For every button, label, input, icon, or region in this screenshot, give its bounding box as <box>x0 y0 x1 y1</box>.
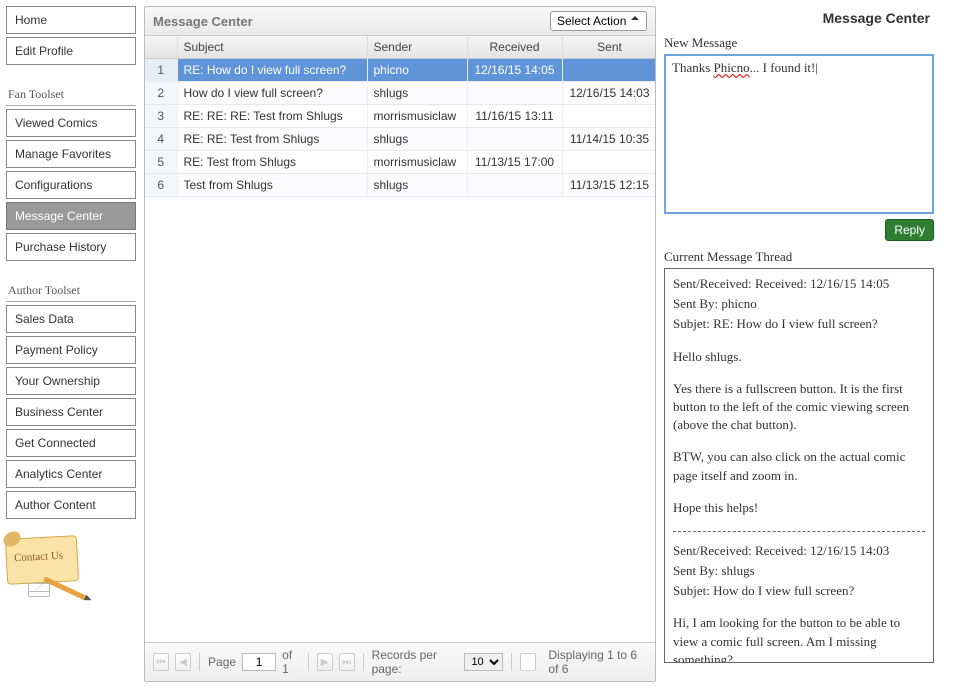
thread-body: Yes there is a fullscreen button. It is … <box>673 380 925 435</box>
sidebar-item-sales-data[interactable]: Sales Data <box>6 305 136 333</box>
sidebar-item-business-center[interactable]: Business Center <box>6 398 136 426</box>
pager-records-select[interactable]: 10 <box>464 653 503 671</box>
thread-body: Hello shlugs. <box>673 348 925 366</box>
table-row[interactable]: 3RE: RE: RE: Test from Shlugsmorrismusic… <box>145 105 655 128</box>
row-sent <box>562 105 655 128</box>
table-row[interactable]: 1RE: How do I view full screen?phicno12/… <box>145 59 655 82</box>
row-subject: RE: Test from Shlugs <box>177 151 367 174</box>
sidebar-item-home[interactable]: Home <box>6 6 136 34</box>
thread-body: BTW, you can also click on the actual co… <box>673 448 925 484</box>
row-subject: How do I view full screen? <box>177 82 367 105</box>
table-row[interactable]: 2How do I view full screen?shlugs 12/16/1… <box>145 82 655 105</box>
select-action-dropdown[interactable]: Select Action <box>550 11 647 31</box>
compose-textarea[interactable]: Thanks Phicno... I found it!| <box>664 54 934 214</box>
reply-button[interactable]: Reply <box>885 219 934 241</box>
pager-records-label: Records per page: <box>372 648 459 676</box>
row-sent: 12/16/15 14:03 <box>562 82 655 105</box>
sidebar-item-edit-profile[interactable]: Edit Profile <box>6 37 136 65</box>
pager: ⏮ ◀ Page of 1 ▶ ⏭ Records per page: 10 D… <box>145 642 655 681</box>
table-row[interactable]: 4RE: RE: Test from Shlugsshlugs 11/14/15 … <box>145 128 655 151</box>
panel-title: Message Center <box>664 6 934 32</box>
grid-title: Message Center <box>153 14 253 29</box>
pager-next-icon[interactable]: ▶ <box>317 653 333 671</box>
col-header-received[interactable]: Received <box>467 36 562 59</box>
sidebar-item-payment-policy[interactable]: Payment Policy <box>6 336 136 364</box>
thread-meta: Sent By: phicno <box>673 295 925 313</box>
sidebar-item-analytics-center[interactable]: Analytics Center <box>6 460 136 488</box>
pager-page-total: of 1 <box>282 648 300 676</box>
col-header-sender[interactable]: Sender <box>367 36 467 59</box>
row-sender: morrismusiclaw <box>367 105 467 128</box>
row-sent <box>562 59 655 82</box>
contact-us-icon[interactable]: Contact Us <box>6 537 86 597</box>
row-received <box>467 82 562 105</box>
row-sender: phicno <box>367 59 467 82</box>
table-header-row: Subject Sender Received Sent <box>145 36 655 59</box>
row-sent: 11/14/15 10:35 <box>562 128 655 151</box>
pager-display-text: Displaying 1 to 6 of 6 <box>548 648 647 676</box>
new-message-label: New Message <box>664 32 934 54</box>
sidebar-item-message-center[interactable]: Message Center <box>6 202 136 230</box>
message-thread[interactable]: Sent/Received: Received: 12/16/15 14:05 … <box>664 268 934 663</box>
row-sender: shlugs <box>367 82 467 105</box>
row-sender: morrismusiclaw <box>367 151 467 174</box>
sidebar-item-configurations[interactable]: Configurations <box>6 171 136 199</box>
row-sent: 11/13/15 12:15 <box>562 174 655 197</box>
thread-body: Hope this helps! <box>673 499 925 517</box>
row-sender: shlugs <box>367 174 467 197</box>
thread-meta: Subjet: How do I view full screen? <box>673 582 925 600</box>
row-index: 1 <box>145 59 177 82</box>
row-index: 5 <box>145 151 177 174</box>
thread-meta: Subjet: RE: How do I view full screen? <box>673 315 925 333</box>
sidebar-item-author-content[interactable]: Author Content <box>6 491 136 519</box>
sidebar-header-fan: Fan Toolset <box>6 83 136 106</box>
pager-last-icon[interactable]: ⏭ <box>339 653 355 671</box>
message-grid: Message Center Select Action Subject <box>144 6 656 682</box>
thread-body: Hi, I am looking for the button to be ab… <box>673 614 925 663</box>
sidebar-item-your-ownership[interactable]: Your Ownership <box>6 367 136 395</box>
thread-meta: Sent/Received: Received: 12/16/15 14:05 <box>673 275 925 293</box>
row-subject: RE: How do I view full screen? <box>177 59 367 82</box>
pager-first-icon[interactable]: ⏮ <box>153 653 169 671</box>
pager-prev-icon[interactable]: ◀ <box>175 653 191 671</box>
sidebar-header-author: Author Toolset <box>6 279 136 302</box>
row-received <box>467 174 562 197</box>
row-sender: shlugs <box>367 128 467 151</box>
sidebar-item-purchase-history[interactable]: Purchase History <box>6 233 136 261</box>
row-received <box>467 128 562 151</box>
message-detail-panel: Message Center New Message Thanks Phicno… <box>664 6 934 682</box>
pager-page-label: Page <box>208 655 236 669</box>
thread-divider <box>673 531 925 532</box>
thread-label: Current Message Thread <box>664 246 934 268</box>
row-index: 3 <box>145 105 177 128</box>
thread-meta: Sent/Received: Received: 12/16/15 14:03 <box>673 542 925 560</box>
col-header-subject[interactable]: Subject <box>177 36 367 59</box>
row-sent <box>562 151 655 174</box>
sidebar: Home Edit Profile Fan Toolset Viewed Com… <box>6 6 136 682</box>
row-index: 4 <box>145 128 177 151</box>
table-row[interactable]: 6Test from Shlugsshlugs 11/13/15 12:15 <box>145 174 655 197</box>
sidebar-item-viewed-comics[interactable]: Viewed Comics <box>6 109 136 137</box>
row-subject: Test from Shlugs <box>177 174 367 197</box>
sidebar-item-get-connected[interactable]: Get Connected <box>6 429 136 457</box>
pager-loading-icon <box>520 653 536 671</box>
row-received: 11/16/15 13:11 <box>467 105 562 128</box>
table-row[interactable]: 5RE: Test from Shlugsmorrismusiclaw11/13… <box>145 151 655 174</box>
row-received: 11/13/15 17:00 <box>467 151 562 174</box>
row-index: 2 <box>145 82 177 105</box>
thread-meta: Sent By: shlugs <box>673 562 925 580</box>
row-subject: RE: RE: RE: Test from Shlugs <box>177 105 367 128</box>
sidebar-item-manage-favorites[interactable]: Manage Favorites <box>6 140 136 168</box>
row-received: 12/16/15 14:05 <box>467 59 562 82</box>
row-subject: RE: RE: Test from Shlugs <box>177 128 367 151</box>
row-index: 6 <box>145 174 177 197</box>
pager-page-input[interactable] <box>242 653 276 671</box>
col-header-sent[interactable]: Sent <box>562 36 655 59</box>
